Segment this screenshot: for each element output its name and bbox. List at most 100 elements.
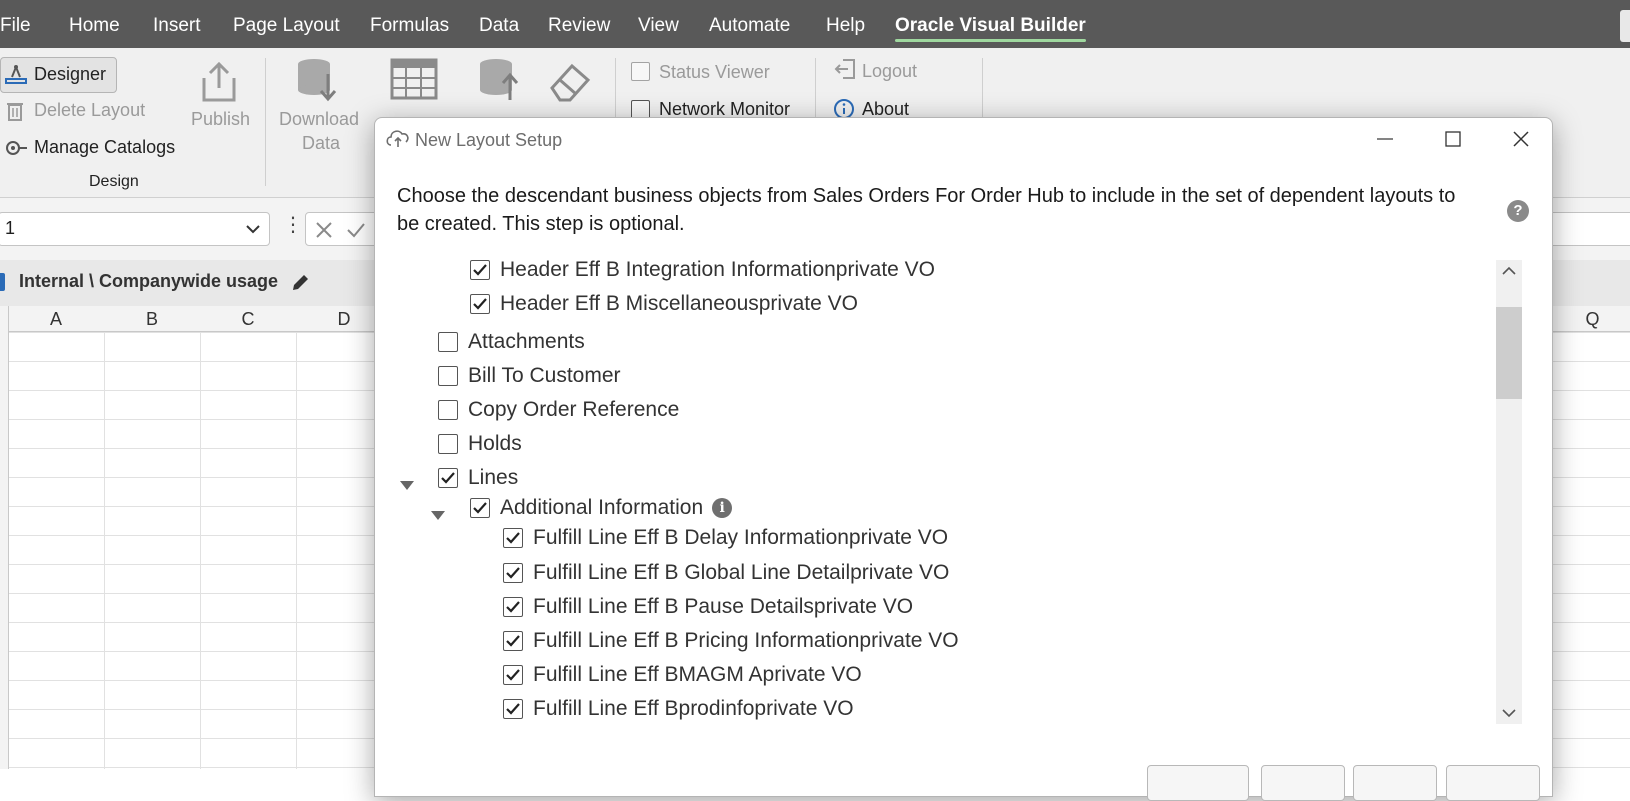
cancel-icon[interactable]	[314, 220, 334, 240]
expand-triangle-icon[interactable]	[431, 511, 445, 520]
checkbox-checked[interactable]	[470, 498, 490, 518]
status-viewer-checkbox[interactable]	[631, 62, 650, 81]
tree-item[interactable]: Fulfill Line Eff BMAGM Aprivate VO	[503, 660, 862, 690]
tree-item[interactable]: Copy Order Reference	[438, 395, 679, 425]
checkbox-checked[interactable]	[503, 597, 523, 617]
sheet-tab-label[interactable]: Internal \ Companywide usage	[19, 271, 278, 292]
tree-item-label: Lines	[468, 466, 519, 489]
download-data-label-1[interactable]: Download	[279, 109, 359, 130]
column-header-a[interactable]: A	[8, 309, 104, 330]
name-box[interactable]: 1	[0, 212, 270, 246]
tree-item[interactable]: Header Eff B Integration Informationpriv…	[470, 260, 935, 285]
checkbox-unchecked[interactable]	[438, 366, 458, 386]
pencil-icon[interactable]	[290, 273, 310, 293]
tree-item[interactable]: Fulfill Line Eff B Global Line Detailpri…	[503, 558, 949, 588]
tree-item-label: Fulfill Line Eff B Pause Detailsprivate …	[533, 595, 914, 618]
checkbox-checked[interactable]	[503, 631, 523, 651]
info-icon[interactable]: i	[712, 498, 733, 518]
minimize-button[interactable]	[1355, 122, 1415, 156]
cloud-upload-icon	[386, 130, 409, 147]
checkbox-checked[interactable]	[503, 665, 523, 685]
column-header-b[interactable]: B	[104, 309, 200, 330]
scrollbar-thumb[interactable]	[1496, 307, 1522, 399]
upload-data-icon	[480, 59, 519, 100]
tree-item[interactable]: Fulfill Line Eff B Delay Informationpriv…	[503, 523, 948, 553]
logout-icon	[834, 59, 855, 79]
scroll-up-icon[interactable]	[1502, 266, 1516, 276]
menu-oracle-visual-builder[interactable]: Oracle Visual Builder	[895, 15, 1086, 42]
confirm-icon[interactable]	[346, 220, 366, 240]
tree-item-label: Fulfill Line Eff Bprodinfoprivate VO	[533, 697, 854, 720]
download-data-icon	[298, 59, 337, 102]
menu-automate[interactable]: Automate	[709, 15, 790, 37]
checkbox-checked[interactable]	[470, 294, 490, 314]
ribbon-separator	[982, 58, 983, 126]
tree-item-label: Fulfill Line Eff BMAGM Aprivate VO	[533, 663, 862, 686]
tree-item-label: Copy Order Reference	[468, 398, 680, 421]
help-icon[interactable]: ?	[1507, 200, 1529, 222]
tree-item[interactable]: Header Eff B Miscellaneousprivate VO	[470, 289, 858, 319]
designer-icon	[5, 65, 27, 84]
menu-home[interactable]: Home	[69, 15, 120, 37]
tree-item-label: Fulfill Line Eff B Delay Informationpriv…	[533, 526, 949, 549]
dialog-button[interactable]	[1353, 765, 1437, 801]
maximize-button[interactable]	[1423, 122, 1483, 156]
vertical-scrollbar[interactable]	[1496, 260, 1522, 724]
checkbox-checked[interactable]	[470, 260, 490, 280]
tree-item-label: Header Eff B Integration Informationpriv…	[500, 260, 936, 281]
tree-item-lines[interactable]: Lines	[438, 463, 518, 493]
tree-item[interactable]: Attachments	[438, 327, 585, 357]
more-icon[interactable]: ⋮	[283, 212, 303, 237]
manage-catalogs-button[interactable]: Manage Catalogs	[34, 137, 175, 158]
tree-item[interactable]: Fulfill Line Eff B Pause Detailsprivate …	[503, 592, 913, 622]
eraser-icon	[550, 63, 591, 102]
close-button[interactable]	[1491, 122, 1551, 156]
menu-view[interactable]: View	[638, 15, 679, 37]
designer-button[interactable]: Designer	[0, 57, 117, 93]
status-viewer-label: Status Viewer	[659, 62, 770, 82]
checkbox-unchecked[interactable]	[438, 434, 458, 454]
menu-help[interactable]: Help	[826, 15, 865, 37]
expand-triangle-icon[interactable]	[400, 481, 414, 490]
tree-item-label: Additional Information	[500, 496, 704, 519]
menu-bar: File Home Insert Page Layout Formulas Da…	[0, 0, 1630, 48]
publish-button[interactable]: Publish	[191, 109, 250, 130]
menu-file[interactable]: File	[0, 15, 31, 37]
tree-item[interactable]: Bill To Customer	[438, 361, 621, 391]
column-header-c[interactable]: C	[200, 309, 296, 330]
sheet-color-mark	[0, 273, 5, 291]
download-data-label-2: Data	[302, 133, 341, 153]
row-header-column	[0, 306, 9, 769]
menu-review[interactable]: Review	[548, 15, 610, 37]
checkbox-checked[interactable]	[503, 528, 523, 548]
checkbox-unchecked[interactable]	[438, 400, 458, 420]
menu-data[interactable]: Data	[479, 15, 519, 37]
tree-item-label: Fulfill Line Eff B Global Line Detailpri…	[533, 561, 950, 584]
ribbon-separator	[815, 58, 816, 126]
tree-item[interactable]: Fulfill Line Eff B Pricing Informationpr…	[503, 626, 959, 656]
designer-label: Designer	[34, 64, 107, 84]
checkbox-checked[interactable]	[503, 563, 523, 583]
tree-item[interactable]: Holds	[438, 429, 522, 459]
column-header-q[interactable]: Q	[1555, 309, 1630, 330]
tree-item-additional-information[interactable]: Additional Information i	[470, 493, 733, 523]
tree-item-label: Holds	[468, 432, 522, 455]
dialog-button[interactable]	[1261, 765, 1345, 801]
logout-button[interactable]: Logout	[862, 61, 917, 82]
scroll-down-icon[interactable]	[1502, 708, 1516, 718]
checkbox-unchecked[interactable]	[438, 332, 458, 352]
menu-page-layout[interactable]: Page Layout	[233, 15, 340, 37]
window-edge-button[interactable]	[1620, 10, 1630, 42]
dialog-button[interactable]	[1446, 765, 1540, 801]
tree-item[interactable]: Fulfill Line Eff Bprodinfoprivate VO	[503, 694, 854, 724]
tree-item-label: Bill To Customer	[468, 364, 621, 387]
ribbon-separator	[615, 58, 616, 126]
delete-layout-button[interactable]: Delete Layout	[34, 100, 145, 121]
tree-item-label: Header Eff B Miscellaneousprivate VO	[500, 292, 858, 315]
checkbox-checked[interactable]	[438, 468, 458, 488]
menu-insert[interactable]: Insert	[153, 15, 201, 37]
publish-icon	[202, 61, 236, 102]
menu-formulas[interactable]: Formulas	[370, 15, 449, 37]
checkbox-checked[interactable]	[503, 699, 523, 719]
dialog-button[interactable]	[1147, 765, 1249, 801]
